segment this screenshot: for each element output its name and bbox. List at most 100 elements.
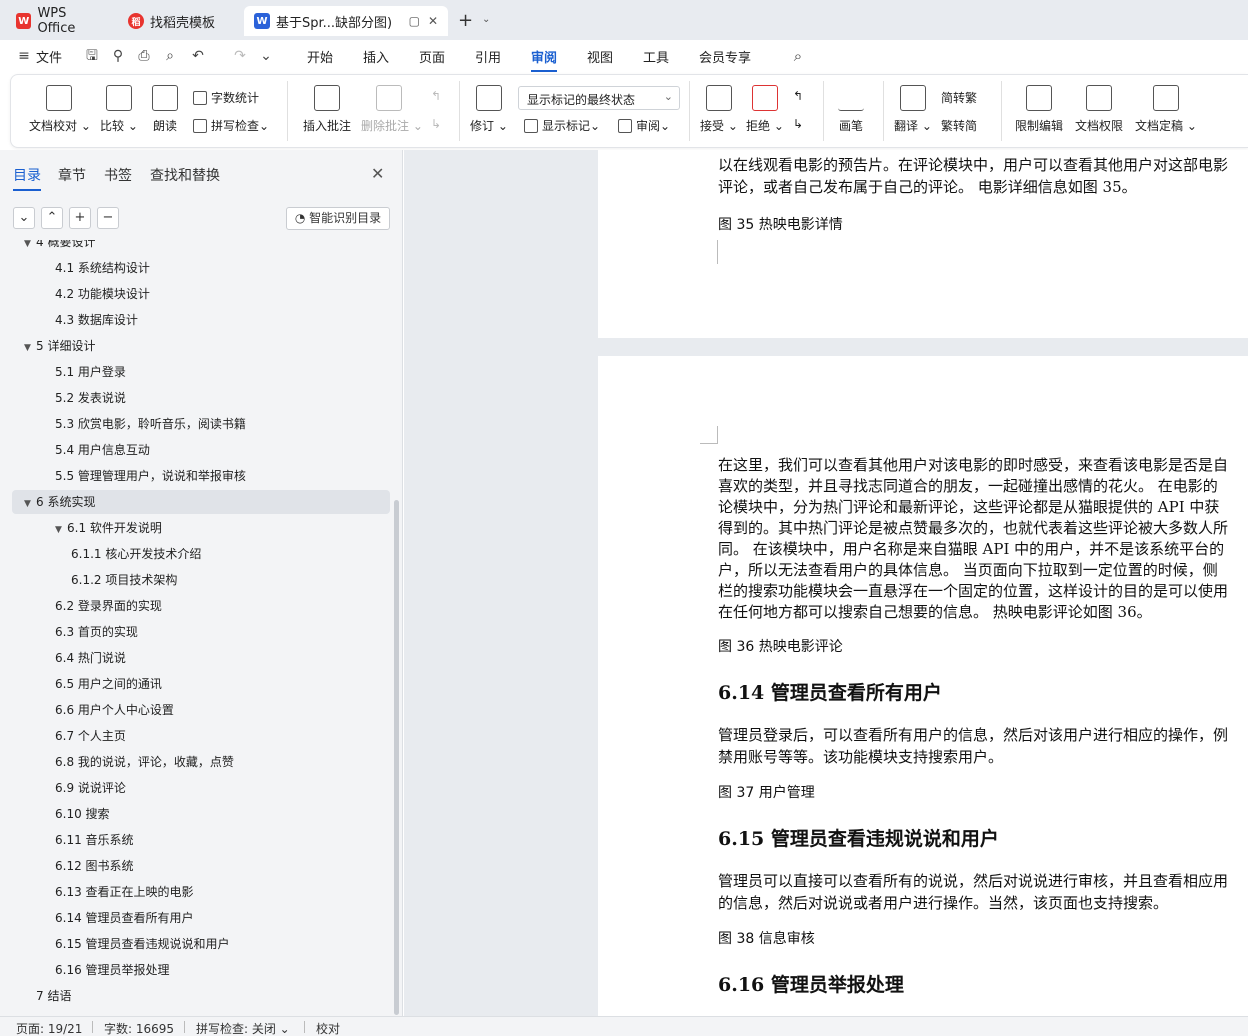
toc-item[interactable]: ▼ 4 概要设计 bbox=[24, 240, 95, 254]
read-aloud-button[interactable]: 朗读 bbox=[149, 85, 181, 134]
spell-check-button[interactable]: 拼写检查 ⌄ bbox=[193, 117, 269, 134]
toc-item[interactable]: 6.1.2 项目技术架构 bbox=[71, 568, 177, 592]
search-icon[interactable]: ⌕ bbox=[790, 48, 806, 64]
redo-icon[interactable]: ↷ bbox=[232, 48, 248, 64]
demote-button[interactable]: − bbox=[97, 207, 119, 229]
word-count-button[interactable]: 字数统计 bbox=[193, 89, 259, 106]
close-icon[interactable]: ✕ bbox=[371, 164, 384, 183]
doc-finalize-button[interactable]: 文档定稿 ⌄ bbox=[1133, 85, 1199, 134]
toc-item-label: 6.1 软件开发说明 bbox=[67, 521, 162, 535]
chevron-down-icon[interactable]: ⌄ bbox=[482, 14, 490, 25]
toc-item[interactable]: 6.8 我的说说，评论，收藏，点赞 bbox=[55, 750, 234, 774]
toc-item[interactable]: 6.10 搜索 bbox=[55, 802, 110, 826]
toc-item[interactable]: 6.3 首页的实现 bbox=[55, 620, 138, 644]
track-changes-button[interactable]: 修订 ⌄ bbox=[469, 85, 509, 134]
toc-item[interactable]: 6.15 管理员查看违规说说和用户 bbox=[55, 932, 230, 956]
smart-toc-button[interactable]: ◔ 智能识别目录 bbox=[286, 207, 390, 230]
show-markup-button[interactable]: 显示标记 ⌄ bbox=[524, 117, 600, 134]
menu-insert[interactable]: 插入 bbox=[363, 47, 389, 66]
next-comment-icon[interactable]: ↳ bbox=[431, 117, 441, 131]
menu-home[interactable]: 开始 bbox=[307, 47, 333, 66]
prev-change-icon[interactable]: ↰ bbox=[793, 89, 803, 103]
toc-item[interactable]: 6.9 说说评论 bbox=[55, 776, 126, 800]
collapse-all-button[interactable]: ⌄ bbox=[13, 207, 35, 229]
share-icon[interactable]: ⚲ bbox=[110, 48, 126, 64]
delete-comment-button[interactable]: 删除批注 ⌄ bbox=[361, 85, 423, 134]
promote-button[interactable]: + bbox=[69, 207, 91, 229]
restrict-edit-button[interactable]: 限制编辑 bbox=[1011, 85, 1067, 134]
markup-state-select[interactable]: 显示标记的最终状态 ⌄ bbox=[518, 86, 680, 110]
review-pane-button[interactable]: 审阅 ⌄ bbox=[618, 117, 670, 134]
toc-item[interactable]: 6.5 用户之间的通讯 bbox=[55, 672, 162, 696]
menu-member[interactable]: 会员专享 bbox=[699, 47, 751, 66]
toc-item[interactable]: 4.2 功能模块设计 bbox=[55, 282, 150, 306]
compare-button[interactable]: 比较 ⌄ bbox=[97, 85, 141, 134]
close-icon[interactable]: ✕ bbox=[428, 14, 438, 28]
print-preview-icon[interactable]: ⌕ bbox=[162, 48, 178, 64]
tab-window-icon[interactable]: ▢ bbox=[409, 14, 420, 28]
word-count-indicator[interactable]: 字数: 16695 bbox=[104, 1020, 174, 1036]
print-icon[interactable]: ⎙ bbox=[136, 48, 152, 64]
doc-check-button[interactable]: 文档校对 ⌄ bbox=[29, 85, 91, 134]
insert-comment-button[interactable]: 插入批注 bbox=[299, 85, 355, 134]
toc-item[interactable]: ▼ 6.1 软件开发说明 bbox=[55, 516, 162, 540]
expand-arrow-icon[interactable]: ▼ bbox=[55, 518, 67, 542]
menu-file[interactable]: 文件 bbox=[36, 47, 62, 66]
toc-scrollbar[interactable] bbox=[394, 500, 399, 1015]
accept-button[interactable]: 接受 ⌄ bbox=[699, 85, 739, 134]
to-traditional-button[interactable]: 简转繁 bbox=[941, 89, 977, 106]
expand-arrow-icon[interactable]: ▼ bbox=[24, 336, 36, 360]
next-change-icon[interactable]: ↳ bbox=[793, 117, 803, 131]
paragraph-line: 得到的。其中热门评论是被点赞最多次的，也就代表着这些评论被大多数人所 bbox=[718, 519, 1229, 537]
toc-item[interactable]: 7 结语 bbox=[24, 984, 71, 1008]
toc-item[interactable]: 5.3 欣赏电影，聆听音乐，阅读书籍 bbox=[55, 412, 246, 436]
menu-tools[interactable]: 工具 bbox=[643, 47, 669, 66]
toc-item[interactable]: 6.13 查看正在上映的电影 bbox=[55, 880, 194, 904]
new-tab-button[interactable]: + bbox=[458, 10, 473, 31]
menu-hamburger-icon[interactable]: ≡ bbox=[16, 48, 32, 64]
toc-item[interactable]: 6.6 用户个人中心设置 bbox=[55, 698, 174, 722]
toc-item[interactable]: 5.5 管理管理用户，说说和举报审核 bbox=[55, 464, 246, 488]
save-icon[interactable]: 🖫 bbox=[84, 48, 100, 64]
prev-comment-icon[interactable]: ↰ bbox=[431, 89, 441, 103]
toc-item[interactable]: 6.7 个人主页 bbox=[55, 724, 126, 748]
toc-item[interactable]: 5.1 用户登录 bbox=[55, 360, 126, 384]
toc-item[interactable]: ▼ 6 系统实现 bbox=[12, 490, 390, 514]
expand-arrow-icon[interactable]: ▼ bbox=[24, 240, 36, 256]
toc-item[interactable]: ▼ 5 详细设计 bbox=[24, 334, 95, 358]
toc-item[interactable]: 4.1 系统结构设计 bbox=[55, 256, 150, 280]
toc-item[interactable]: 6.2 登录界面的实现 bbox=[55, 594, 162, 618]
tab-wps-office[interactable]: W WPS Office bbox=[6, 6, 116, 36]
toc-item[interactable]: 5.4 用户信息互动 bbox=[55, 438, 150, 462]
tab-find-replace[interactable]: 查找和替换 bbox=[150, 165, 220, 185]
toc-item[interactable]: 5.2 发表说说 bbox=[55, 386, 126, 410]
ink-button[interactable]: 画笔 bbox=[835, 85, 867, 134]
toc-item[interactable]: 6.14 管理员查看所有用户 bbox=[55, 906, 194, 930]
menu-page[interactable]: 页面 bbox=[419, 47, 445, 66]
menu-view[interactable]: 视图 bbox=[587, 47, 613, 66]
page-indicator[interactable]: 页面: 19/21 bbox=[16, 1020, 82, 1036]
proofread-indicator[interactable]: 校对 bbox=[316, 1020, 340, 1036]
toc-item[interactable]: 6.16 管理员举报处理 bbox=[55, 958, 170, 982]
reject-button[interactable]: 拒绝 ⌄ bbox=[745, 85, 785, 134]
tab-template[interactable]: 稻 找稻壳模板 bbox=[118, 6, 242, 36]
spell-check-indicator[interactable]: 拼写检查: 关闭 ⌄ bbox=[196, 1020, 290, 1036]
toc-item[interactable]: 6.4 热门说说 bbox=[55, 646, 126, 670]
tab-document[interactable]: W 基于Spr...缺部分图) ▢ ✕ bbox=[244, 6, 448, 36]
tab-toc[interactable]: 目录 bbox=[13, 165, 41, 191]
toc-item[interactable]: 6.1.1 核心开发技术介绍 bbox=[71, 542, 201, 566]
doc-permission-button[interactable]: 文档权限 bbox=[1071, 85, 1127, 134]
toc-item[interactable]: 6.12 图书系统 bbox=[55, 854, 134, 878]
to-simplified-button[interactable]: 繁转简 bbox=[941, 117, 977, 134]
expand-arrow-icon[interactable]: ▼ bbox=[24, 492, 36, 516]
translate-button[interactable]: 翻译 ⌄ bbox=[893, 85, 933, 134]
tab-bookmarks[interactable]: 书签 bbox=[104, 165, 132, 185]
tab-sections[interactable]: 章节 bbox=[58, 165, 86, 185]
chevron-down-icon[interactable]: ⌄ bbox=[258, 48, 274, 64]
toc-item[interactable]: 4.3 数据库设计 bbox=[55, 308, 138, 332]
toc-item[interactable]: 6.11 音乐系统 bbox=[55, 828, 134, 852]
undo-icon[interactable]: ↶ bbox=[190, 48, 206, 64]
expand-up-button[interactable]: ⌃ bbox=[41, 207, 63, 229]
menu-review[interactable]: 审阅 bbox=[531, 47, 558, 72]
menu-references[interactable]: 引用 bbox=[475, 47, 501, 66]
